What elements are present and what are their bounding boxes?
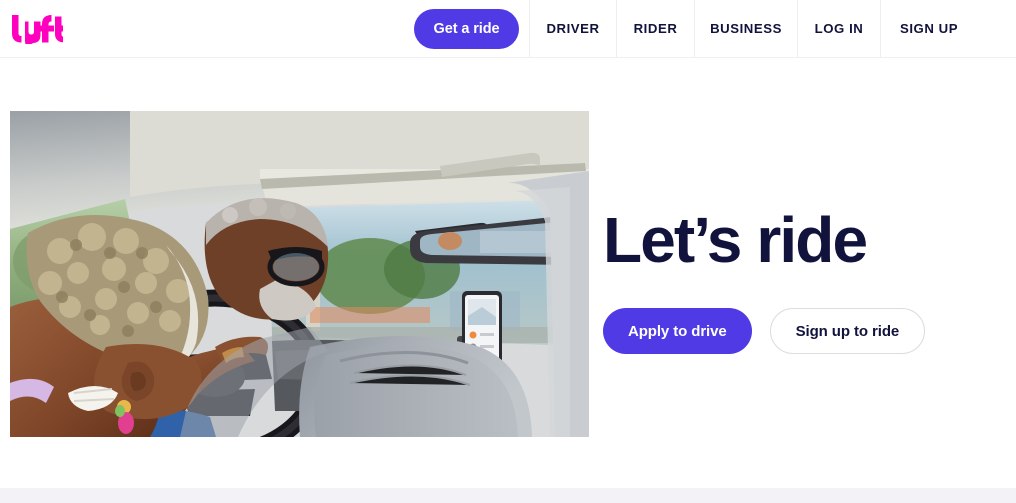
lyft-logo[interactable] [11,14,63,44]
nav-item-driver[interactable]: DRIVER [529,0,616,57]
nav-item-business-label: BUSINESS [710,21,782,36]
nav-item-rider-label: RIDER [633,21,678,36]
nav-item-rider[interactable]: RIDER [616,0,694,57]
lyft-landing-page: Get a ride DRIVER RIDER BUSINESS LOG IN … [0,0,1016,503]
hero-section: Let’s ride Apply to drive Sign up to rid… [0,58,1016,488]
nav-item-driver-label: DRIVER [546,21,600,36]
sign-up-to-ride-button[interactable]: Sign up to ride [769,308,926,354]
page-title: Let’s ride [603,204,868,276]
nav-item-business[interactable]: BUSINESS [694,0,797,57]
nav-cta-cell: Get a ride [404,0,529,57]
nav-item-sign-up-label: SIGN UP [900,21,959,36]
nav-item-sign-up[interactable]: SIGN UP [880,0,1016,57]
hero-copy: Let’s ride Apply to drive Sign up to rid… [603,208,1003,354]
page-bottom-band [0,488,1016,503]
nav-item-log-in-label: LOG IN [814,21,864,36]
get-a-ride-button[interactable]: Get a ride [413,8,520,49]
hero-photo-rideshare-interior [10,111,589,437]
apply-to-drive-button[interactable]: Apply to drive [603,308,752,354]
site-header: Get a ride DRIVER RIDER BUSINESS LOG IN … [0,0,1016,58]
main-navigation: Get a ride DRIVER RIDER BUSINESS LOG IN … [404,0,1016,57]
hero-cta-group: Apply to drive Sign up to ride [603,308,1003,354]
hero-photo-illustration [10,111,589,437]
nav-item-log-in[interactable]: LOG IN [797,0,880,57]
logo-container[interactable] [0,0,404,57]
